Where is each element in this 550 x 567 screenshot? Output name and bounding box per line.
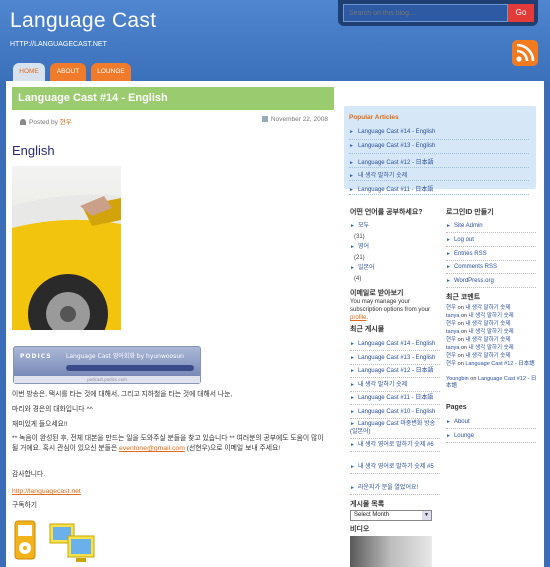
category-count: (31) <box>354 234 365 240</box>
category-link[interactable]: ► 일본어 <box>350 264 440 272</box>
search-bar: Go <box>338 0 538 26</box>
search-go-button[interactable]: Go <box>508 4 534 22</box>
user-icon <box>20 119 26 125</box>
meta-link[interactable]: ► WordPress.org <box>446 277 536 288</box>
recent-post-link[interactable]: ► Language Cast #10 - English <box>350 408 440 419</box>
site-title[interactable]: Language Cast <box>10 9 156 33</box>
email-subscribe-text: You may manage your subscription options… <box>350 299 431 321</box>
category-link[interactable]: ► 영어 <box>350 243 440 251</box>
recent-post-link[interactable]: ► 내 생각 영어로 말하기 숫제 #5 <box>350 463 440 474</box>
category-link[interactable]: ► 모두 <box>350 222 440 230</box>
recent-post-link[interactable]: ► Language Cast 마중변화 방송 (일본어) <box>350 420 440 439</box>
post-author-link[interactable]: 현우 <box>60 119 72 126</box>
recent-comments-title: 최근 코멘트 <box>446 294 481 301</box>
recent-posts-title: 최근 게시물 <box>350 326 385 333</box>
computer-icon[interactable] <box>48 522 96 564</box>
recent-comment-item[interactable]: tanya on 내 생각 말하기 숫제 <box>446 313 538 320</box>
popular-article-link[interactable]: ► Language Cast #14 - English <box>349 129 529 140</box>
meta-link[interactable]: ► Log out <box>446 236 536 247</box>
tab-home[interactable]: HOME <box>13 63 45 81</box>
recent-post-link[interactable]: ► Language Cast #12 - 日本語 <box>350 367 440 378</box>
body-paragraph: 마리와 경은의 대화입니다 ^^ <box>12 406 93 413</box>
categories-title: 어떤 언어를 공부하세요? <box>350 209 423 216</box>
recent-post-link[interactable]: ► Language Cast #14 - English <box>350 340 440 351</box>
player-title: Language Cast 영어회화 by hyunwoosun <box>66 353 184 360</box>
calendar-icon <box>261 116 268 122</box>
tab-about[interactable]: ABOUT <box>50 63 86 81</box>
player-brand: PODICS <box>20 353 52 360</box>
podcast-player[interactable]: PODICS Language Cast 영어회화 by hyunwoosun … <box>13 346 201 384</box>
post-title[interactable]: Language Cast #14 - English <box>12 87 334 110</box>
page-link-lounge[interactable]: ► Lounge <box>446 432 536 443</box>
meta-link[interactable]: ► Comments RSS <box>446 263 536 274</box>
profile-link[interactable]: profile <box>350 315 366 321</box>
recent-post-link[interactable]: ► Language Cast #11 - 日本語 <box>350 394 440 405</box>
popular-article-link[interactable]: ► Language Cast #12 - 日本語 <box>349 157 529 168</box>
search-input[interactable] <box>343 4 508 22</box>
video-title: 비디오 <box>350 526 370 533</box>
body-paragraph: 감사합니다. <box>12 471 46 478</box>
player-footer: podcast.podics.com <box>14 376 200 383</box>
category-count: (4) <box>354 276 362 282</box>
recent-post-link[interactable]: ► 라운지가 문을 열었어요! <box>350 484 440 495</box>
popular-article-link[interactable]: ► Language Cast #11 - 日本語 <box>349 184 529 195</box>
recent-post-link[interactable]: ► 내 생각 말하기 숫제 <box>350 381 440 392</box>
body-paragraph: 이번 방송은, 택시를 타는 것에 대해서, 그리고 지하철을 타는 것에 대해… <box>12 391 233 398</box>
recent-comment-item[interactable]: 현우 on 내 생각 말하기 숫제 <box>446 321 538 328</box>
email-link[interactable]: eventone@gmail.com <box>119 445 185 452</box>
archive-month-select[interactable]: Select Month ▼ <box>350 510 432 521</box>
body-paragraph: 재미있게 들으세요!! <box>12 421 68 428</box>
post-date: November 22, 2008 <box>270 116 328 123</box>
recent-comment-item[interactable]: tanya on 내 생각 말하기 숫제 <box>446 329 538 336</box>
recent-post-link[interactable]: ► Language Cast #13 - English <box>350 354 440 365</box>
ipod-icon[interactable] <box>14 520 36 560</box>
page-link-about[interactable]: ► About <box>446 418 536 429</box>
recent-comment-item[interactable]: 현우 on 내 생각 말하기 숫제 <box>446 353 538 360</box>
player-progress-bar[interactable] <box>66 365 194 371</box>
chevron-down-icon: ▼ <box>422 511 431 520</box>
posted-by-label: Posted by <box>29 119 58 126</box>
email-subscribe-title: 이메일로 받아보기 <box>350 290 404 297</box>
recent-comment-item[interactable]: tanya on 내 생각 말하기 숫제 <box>446 345 538 352</box>
rss-icon[interactable] <box>512 40 538 66</box>
body-paragraph: ** 녹음이 완성된 후, 전체 대본을 만드는 일을 도와주실 분들을 찾고 … <box>12 435 324 452</box>
recent-comment-item[interactable]: 현우 on Language Cast #12 - 日本語 <box>446 361 538 368</box>
site-link[interactable]: http://languagecast.net <box>12 487 81 497</box>
popular-article-link[interactable]: ► 내 생각 말하기 숫제 <box>349 170 529 181</box>
taxi-photo <box>7 166 121 354</box>
recent-comment-item[interactable]: 현우 on 내 생각 말하기 숫제 <box>446 305 538 312</box>
recent-comment-item[interactable]: Youngbin on Language Cast #12 - 日本語 <box>446 376 538 390</box>
meta-title: 로그인ID 만들기 <box>446 209 494 216</box>
recent-comment-item[interactable]: 현우 on 내 생각 말하기 숫제 <box>446 337 538 344</box>
pages-title: Pages <box>446 404 467 411</box>
archive-title: 게시물 목록 <box>350 501 385 508</box>
subscribe-label: 구독하기 <box>12 502 38 509</box>
video-thumbnail[interactable] <box>350 536 432 567</box>
tab-lounge[interactable]: LOUNGE <box>91 63 131 81</box>
site-url: HTTP://LANGUAGECAST.NET <box>10 41 107 48</box>
meta-link[interactable]: ► Site Admin <box>446 222 536 233</box>
recent-post-link[interactable]: ► 내 생각 영어로 말하기 숫제 #6 <box>350 441 440 452</box>
popular-article-link[interactable]: ► Language Cast #13 - English <box>349 143 529 154</box>
meta-link[interactable]: ► Entries RSS <box>446 250 536 261</box>
popular-articles-title: Popular Articles <box>349 114 399 121</box>
category-count: (21) <box>354 255 365 261</box>
post-heading: English <box>12 143 55 158</box>
